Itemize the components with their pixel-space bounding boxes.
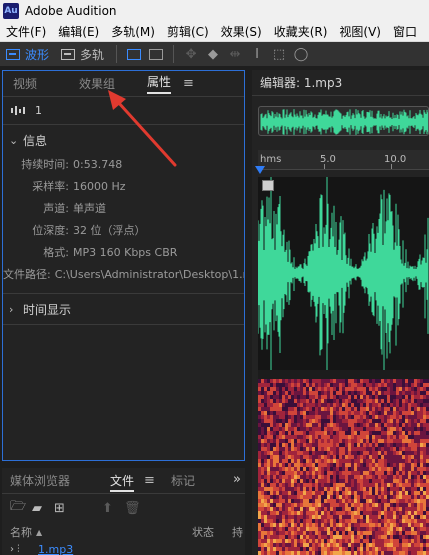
sort-asc-icon: ▲ (36, 527, 43, 537)
import-folder-icon[interactable]: ▰ (32, 501, 54, 516)
move-tool-icon[interactable]: ✥ (180, 44, 202, 64)
lasso-tool-icon[interactable]: ◯ (290, 44, 312, 64)
ruler-unit: hms (260, 154, 282, 165)
menu-window[interactable]: 窗口 (387, 23, 423, 40)
tab-media-browser-label[interactable]: 媒体浏览器 (2, 472, 78, 489)
multitrack-view-label: 多轨 (80, 47, 105, 62)
time-selection-tool-icon[interactable]: I (246, 44, 268, 64)
waveform-view-icon (6, 48, 20, 60)
tab-files[interactable]: 文件 (102, 472, 142, 492)
panel-menu-icon[interactable]: ≡ (183, 76, 194, 91)
timeline-ruler[interactable]: hms 5.0 10.0 (258, 150, 429, 170)
waveform-view-label: 波形 (25, 47, 50, 62)
column-duration[interactable]: 持 (232, 524, 243, 540)
info-row-bit-depth: 位深度: 32 位（浮点） (32, 224, 146, 237)
tab-effects-rack[interactable]: 效果组 (69, 71, 125, 97)
chevron-right-icon: › (9, 302, 14, 316)
column-status[interactable]: 状态 (192, 524, 214, 540)
spectral-frequency-icon[interactable] (123, 44, 145, 64)
insert-icon[interactable]: ⬆ (102, 501, 124, 516)
files-panel: 视频 媒体浏览器 文件 ≡ 标记 » 🗁 ▰ ⊞ ⬆ 🗑 名称 ▲ 状态 持 ›… (2, 468, 245, 555)
razor-tool-icon[interactable]: ◆ (202, 44, 224, 64)
envelope-toggle-icon[interactable] (262, 180, 274, 191)
file-row[interactable]: › ⫶ 1.mp3 (2, 542, 245, 555)
overview-wave-svg (260, 109, 428, 135)
menu-effects[interactable]: 效果(S) (215, 23, 268, 40)
properties-panel: 视频 效果组 属性 ≡ 1 ⌄ 信息 持续时间: 0:53.748 采样率: 1… (2, 70, 245, 461)
chevron-down-icon: ⌄ (9, 133, 19, 147)
spectral-pitch-icon[interactable] (145, 44, 167, 64)
editor-tab[interactable]: 编辑器: 1.mp3 (252, 70, 429, 96)
waveform-svg (258, 177, 429, 370)
toolbar-divider-2 (173, 45, 175, 63)
menu-edit[interactable]: 编辑(E) (52, 23, 105, 40)
tab-properties[interactable]: 属性 (137, 71, 181, 97)
window-title: Adobe Audition (25, 4, 117, 18)
expand-arrow-icon[interactable]: › ⫶ (10, 544, 38, 555)
panel-tabs: 视频 效果组 属性 ≡ (3, 71, 244, 97)
ruler-tick-10: 10.0 (384, 154, 407, 165)
time-display-title: 时间显示 (23, 302, 72, 317)
waveform-view-button[interactable]: 波形 (0, 44, 55, 64)
spectrogram-svg (258, 379, 429, 555)
toolbar: 波形 多轨 ✥ ◆ ⇹ I ⬚ ◯ (0, 42, 429, 66)
slip-tool-icon[interactable]: ⇹ (224, 44, 246, 64)
info-row-format: 格式: MP3 160 Kbps CBR (43, 245, 178, 260)
menu-favorites[interactable]: 收藏夹(R) (268, 23, 334, 40)
info-row-file-path: 文件路径: C:\Users\Administrator\Desktop\1.m (3, 267, 244, 282)
info-row-channels: 声道: 单声道 (43, 202, 106, 215)
info-row-sample-rate: 采样率: 16000 Hz (32, 179, 126, 194)
tab-video[interactable]: 视频 (3, 71, 47, 97)
menu-view[interactable]: 视图(V) (333, 23, 387, 40)
files-panel-menu-icon[interactable]: ≡ (144, 473, 155, 488)
time-display-section-header[interactable]: › 时间显示 (3, 298, 244, 320)
editor-panel: 编辑器: 1.mp3 hms 5.0 10.0 (252, 70, 429, 555)
menu-bar: 文件(F) 编辑(E) 多轨(M) 剪辑(C) 效果(S) 收藏夹(R) 视图(… (0, 22, 429, 42)
marquee-tool-icon[interactable]: ⬚ (268, 44, 290, 64)
file-name[interactable]: 1.mp3 (38, 543, 73, 555)
info-section-title: 信息 (23, 133, 48, 148)
files-column-headers: 名称 ▲ 状态 持 (2, 522, 245, 542)
menu-clip[interactable]: 剪辑(C) (161, 23, 215, 40)
waveform-display[interactable] (258, 177, 429, 370)
title-bar: Au Adobe Audition (0, 0, 429, 22)
files-panel-tabs: 视频 媒体浏览器 文件 ≡ 标记 » (2, 468, 245, 494)
menu-multitrack[interactable]: 多轨(M) (105, 23, 161, 40)
toolbar-divider (116, 45, 118, 63)
open-folder-icon[interactable]: 🗁 (10, 497, 32, 519)
properties-header: 1 (3, 97, 244, 125)
multitrack-view-button[interactable]: 多轨 (55, 44, 110, 64)
ruler-tick-5: 5.0 (320, 154, 336, 165)
properties-value: 1 (35, 104, 42, 117)
menu-file[interactable]: 文件(F) (0, 23, 52, 40)
overflow-chevron-icon[interactable]: » (233, 472, 241, 487)
info-section-header[interactable]: ⌄ 信息 (3, 129, 244, 151)
new-file-icon[interactable]: ⊞ (54, 501, 76, 516)
section-divider-2 (3, 324, 244, 325)
view-divider (258, 370, 429, 379)
spectral-display[interactable] (258, 379, 429, 555)
multitrack-view-icon (61, 48, 76, 60)
tab-markers[interactable]: 标记 (163, 472, 203, 489)
app-logo-icon: Au (3, 3, 19, 19)
files-toolbar: 🗁 ▰ ⊞ ⬆ 🗑 (2, 494, 245, 522)
waveform-mini-icon (11, 106, 25, 115)
column-name[interactable]: 名称 (10, 524, 32, 540)
section-divider (3, 293, 244, 294)
info-row-duration: 持续时间: 0:53.748 (21, 157, 123, 172)
playhead-icon[interactable] (255, 166, 265, 174)
overview-waveform[interactable] (258, 106, 429, 136)
delete-icon[interactable]: 🗑 (124, 501, 146, 516)
